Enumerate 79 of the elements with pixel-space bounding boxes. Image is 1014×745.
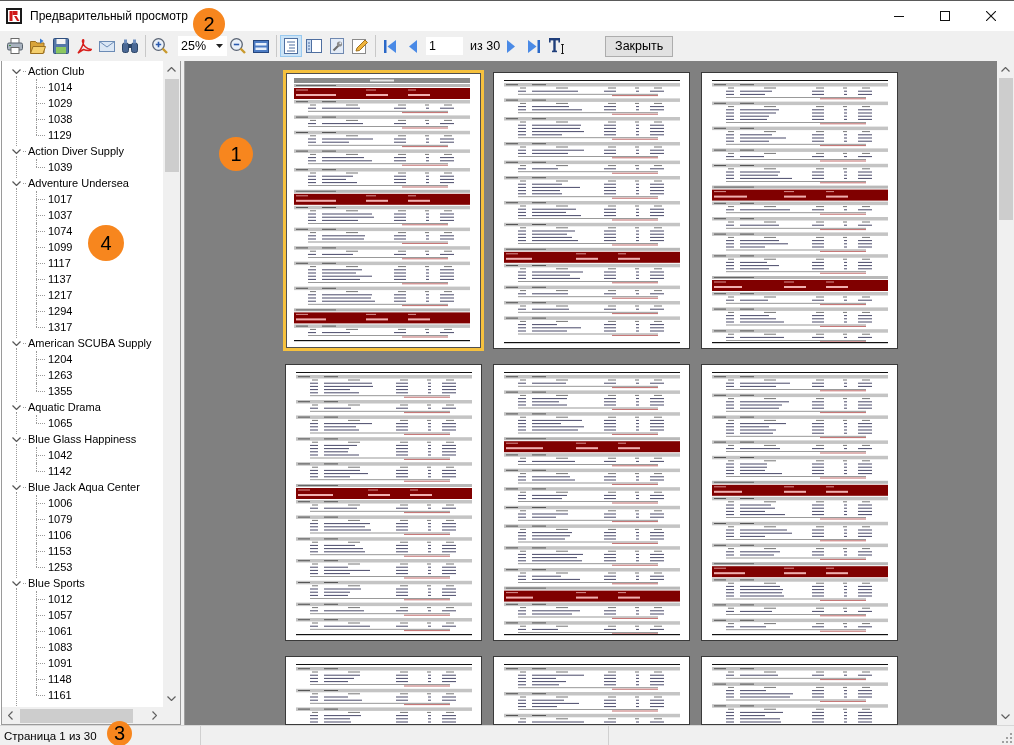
chevron-down-icon[interactable] — [12, 436, 21, 442]
triangle-right-icon[interactable] — [507, 39, 516, 53]
tree-item[interactable]: Blue Jack Aqua Center — [28, 481, 140, 493]
tree-item[interactable]: 1142 — [48, 465, 72, 477]
tree-item[interactable]: 1074 — [48, 225, 73, 237]
tree-item[interactable]: 1012 — [48, 593, 73, 605]
tree-item[interactable]: 1099 — [48, 241, 73, 253]
callout-badge: 1 — [219, 137, 253, 171]
chevron-down-icon[interactable] — [12, 404, 21, 410]
triangle-left-icon[interactable] — [409, 39, 417, 53]
resize-grip-icon[interactable] — [1002, 733, 1012, 743]
splitter-handle[interactable] — [181, 61, 185, 725]
chevron-down-icon[interactable] — [1001, 714, 1010, 719]
chevron-down-icon[interactable] — [12, 580, 21, 586]
tree-item[interactable]: Blue Sports — [28, 577, 85, 589]
chevron-down-icon[interactable] — [12, 180, 21, 186]
page-count-label: из 30 — [470, 39, 501, 53]
tree-item[interactable]: Action Club — [28, 65, 85, 77]
tree-item[interactable]: 1294 — [48, 305, 73, 317]
scrollbar-thumb[interactable] — [998, 78, 1013, 220]
chevron-up-icon[interactable] — [167, 67, 176, 72]
tree-item[interactable]: Aquatic Drama — [28, 401, 101, 413]
tree-item[interactable]: 1014 — [48, 81, 73, 93]
chevron-right-icon[interactable] — [152, 711, 157, 720]
tree-item[interactable]: 1038 — [48, 113, 73, 125]
chevron-down-icon[interactable] — [12, 484, 21, 490]
skip-to-start-icon[interactable] — [384, 39, 396, 53]
scrollbar-thumb[interactable] — [20, 708, 133, 723]
chevron-down-icon[interactable] — [12, 148, 21, 154]
tree-item[interactable]: Adventure Undersea — [28, 177, 129, 189]
tree-item[interactable]: 1217 — [48, 289, 73, 301]
tree-item[interactable]: 1204 — [48, 353, 73, 365]
tree-item[interactable]: 1355 — [48, 385, 73, 397]
callout-badge: 3 — [107, 721, 132, 745]
tree-item[interactable]: American SCUBA Supply — [28, 337, 152, 349]
tree-item[interactable]: 1029 — [48, 97, 73, 109]
tree-item[interactable]: 1137 — [48, 273, 72, 285]
tree-item[interactable]: 1148 — [48, 673, 72, 685]
chevron-left-icon[interactable] — [8, 711, 13, 720]
tree-item[interactable]: 1006 — [48, 497, 73, 509]
tree-item[interactable]: 1106 — [48, 529, 72, 541]
tree-item[interactable]: 1057 — [48, 609, 73, 621]
tree-item[interactable]: 1017 — [48, 193, 73, 205]
skip-to-end-icon[interactable] — [528, 39, 541, 53]
window-title: Предварительный просмотр — [30, 9, 188, 23]
caret-down-icon[interactable] — [216, 44, 223, 48]
scrollbar-thumb[interactable] — [164, 79, 179, 172]
tree-item[interactable]: 1091 — [48, 657, 73, 669]
tree-item[interactable]: 1161 — [48, 689, 72, 701]
close-preview-button[interactable]: Закрыть — [605, 35, 674, 57]
tree-item[interactable]: Blue Glass Happiness — [28, 433, 137, 445]
tree-item[interactable]: 1065 — [48, 417, 73, 429]
tree-item[interactable]: 1042 — [48, 449, 73, 461]
tree-item[interactable]: 1253 — [48, 561, 73, 573]
page-number-field[interactable]: 1 — [426, 37, 463, 55]
close-icon[interactable] — [986, 11, 996, 21]
zoom-combo[interactable]: 25% — [178, 36, 227, 56]
tree-item[interactable]: 1117 — [48, 257, 71, 269]
tree-item[interactable]: 1083 — [48, 641, 73, 653]
tree-item[interactable]: 1317 — [48, 321, 73, 333]
horizontal-scrollbar[interactable] — [2, 707, 163, 724]
tree-item[interactable]: 1061 — [48, 625, 73, 637]
tree-item[interactable]: Action Diver Supply — [28, 145, 124, 157]
maximize-icon[interactable] — [940, 11, 950, 21]
tree-item[interactable]: 1039 — [48, 161, 73, 173]
tree-item[interactable]: 1037 — [48, 209, 73, 221]
tree-item[interactable]: 1079 — [48, 513, 73, 525]
tree-item[interactable]: 1153 — [48, 545, 72, 557]
envelope-icon[interactable] — [99, 40, 115, 52]
vertical-scrollbar[interactable] — [997, 61, 1014, 725]
status-text: Страница 1 из 30 — [4, 729, 97, 742]
minimize-icon[interactable] — [894, 15, 904, 17]
tree-item[interactable]: 1263 — [48, 369, 73, 381]
chevron-down-icon[interactable] — [12, 340, 21, 346]
app-logo-icon — [6, 8, 22, 24]
chevron-down-icon[interactable] — [12, 68, 21, 74]
tree-item[interactable]: 1129 — [48, 129, 72, 141]
chevron-down-icon[interactable] — [167, 696, 176, 701]
chevron-up-icon[interactable] — [1001, 67, 1010, 72]
